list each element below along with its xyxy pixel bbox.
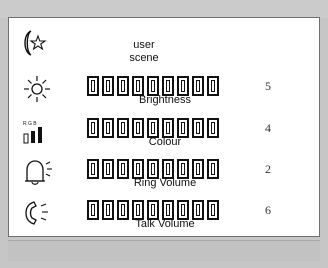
level-segment[interactable] <box>132 200 144 220</box>
level-segment[interactable] <box>192 159 204 179</box>
ring-volume-row[interactable]: Ring Volume 2 <box>9 159 321 199</box>
settings-screen: user scene Brightness 5 R G B Colour 4 R… <box>8 17 320 237</box>
level-segment[interactable] <box>177 200 189 220</box>
level-segment[interactable] <box>192 76 204 96</box>
level-segment[interactable] <box>162 118 174 138</box>
talk-volume-level-bar[interactable] <box>87 200 243 220</box>
level-segment[interactable] <box>132 76 144 96</box>
level-segment[interactable] <box>87 159 99 179</box>
level-segment[interactable] <box>207 118 219 138</box>
level-segment[interactable] <box>177 159 189 179</box>
colour-label: Colour <box>148 136 182 148</box>
level-segment[interactable] <box>87 118 99 138</box>
level-segment[interactable] <box>102 200 114 220</box>
level-segment[interactable] <box>192 200 204 220</box>
level-segment[interactable] <box>117 118 129 138</box>
level-segment[interactable] <box>147 200 159 220</box>
brightness-level-bar[interactable] <box>87 76 243 96</box>
level-segment[interactable] <box>207 200 219 220</box>
level-segment[interactable] <box>102 159 114 179</box>
level-segment[interactable] <box>207 159 219 179</box>
level-segment[interactable] <box>117 200 129 220</box>
level-segment[interactable] <box>102 76 114 96</box>
level-segment[interactable] <box>117 76 129 96</box>
level-segment[interactable] <box>147 159 159 179</box>
talk-volume-row[interactable]: Talk Volume 6 <box>9 200 321 240</box>
top-bar <box>0 0 328 18</box>
level-segment[interactable] <box>147 118 159 138</box>
level-segment[interactable] <box>207 76 219 96</box>
scene-title: user scene <box>109 39 179 65</box>
moon-star-icon <box>17 28 61 58</box>
scene-title-line2: scene <box>129 52 159 64</box>
level-segment[interactable] <box>87 200 99 220</box>
level-segment[interactable] <box>177 118 189 138</box>
ring-volume-label: Ring Volume <box>133 177 197 189</box>
device-frame: user scene Brightness 5 R G B Colour 4 R… <box>0 0 328 268</box>
level-segment[interactable] <box>162 200 174 220</box>
level-segment[interactable] <box>102 118 114 138</box>
level-segment[interactable] <box>177 76 189 96</box>
brightness-value: 5 <box>265 79 271 93</box>
brightness-row[interactable]: Brightness 5 <box>9 76 321 116</box>
ring-volume-value: 2 <box>265 162 271 176</box>
level-segment[interactable] <box>192 118 204 138</box>
level-segment[interactable] <box>87 76 99 96</box>
talk-volume-value: 6 <box>265 203 271 217</box>
level-segment[interactable] <box>162 76 174 96</box>
level-segment[interactable] <box>117 159 129 179</box>
colour-value: 4 <box>265 121 271 135</box>
level-segment[interactable] <box>147 76 159 96</box>
level-segment[interactable] <box>132 159 144 179</box>
talk-volume-label: Talk Volume <box>135 218 195 230</box>
colour-row[interactable]: Colour 4 <box>9 118 321 158</box>
level-segment[interactable] <box>132 118 144 138</box>
bottom-bar <box>8 240 320 261</box>
brightness-label: Brightness <box>139 94 191 106</box>
ring-volume-level-bar[interactable] <box>87 159 243 179</box>
level-segment[interactable] <box>162 159 174 179</box>
scene-title-line1: user <box>133 39 155 51</box>
colour-level-bar[interactable] <box>87 118 243 138</box>
